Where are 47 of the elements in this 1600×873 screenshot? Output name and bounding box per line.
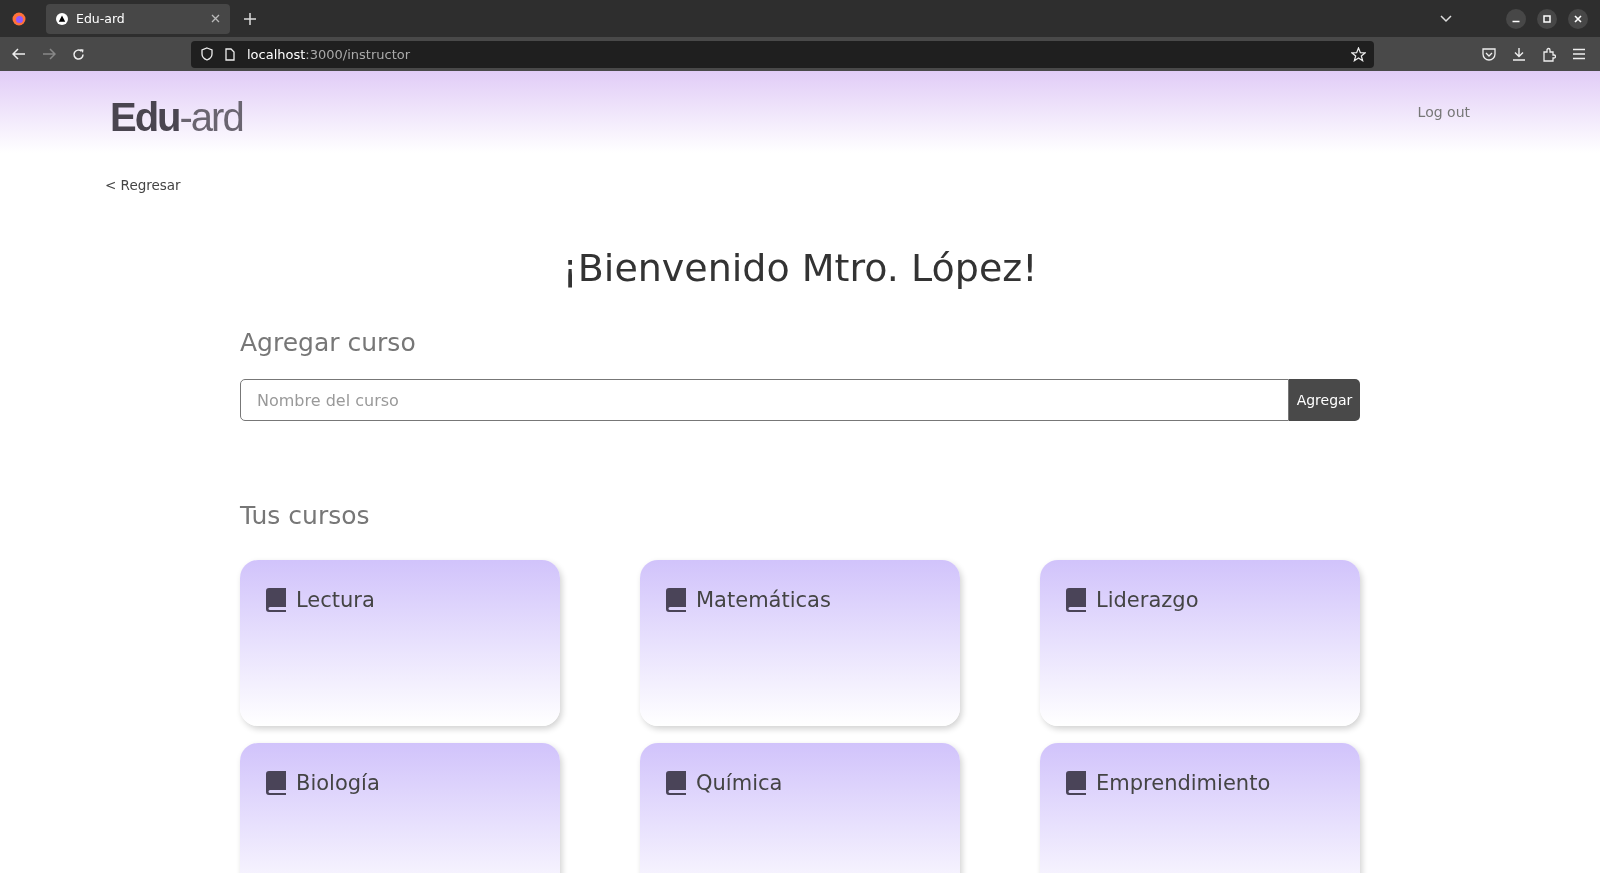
course-card[interactable]: Biología (240, 743, 560, 873)
course-name: Liderazgo (1096, 588, 1199, 612)
course-name-field[interactable]: Nombre del curso (240, 379, 1289, 421)
logout-link[interactable]: Log out (1417, 104, 1470, 120)
browser-tab[interactable]: Edu-ard (46, 3, 230, 34)
star-icon[interactable] (1351, 46, 1366, 62)
page-title: ¡Bienvenido Mtro. López! (561, 246, 1039, 290)
course-card[interactable]: Química (640, 743, 960, 873)
book-icon (266, 588, 286, 612)
pocket-icon[interactable] (1482, 47, 1496, 61)
section-heading: Agregar curso (240, 328, 417, 357)
shield-icon (201, 47, 213, 61)
course-name: Biología (296, 771, 380, 795)
course-card[interactable]: Lectura (240, 560, 560, 726)
extensions-icon[interactable] (1542, 46, 1556, 62)
back-arrow-icon[interactable] (12, 48, 26, 60)
minimize-icon[interactable] (1506, 8, 1526, 29)
tab-title: Edu-ard (76, 11, 126, 26)
book-icon (1066, 771, 1086, 795)
course-name: Química (696, 771, 783, 795)
add-button[interactable]: Agregar (1289, 379, 1360, 421)
download-icon[interactable] (1512, 47, 1526, 61)
course-card[interactable]: Liderazgo (1040, 560, 1360, 726)
page-icon (225, 47, 235, 61)
course-name: Emprendimiento (1096, 771, 1271, 795)
forward-arrow-icon[interactable] (42, 48, 56, 60)
book-icon (666, 588, 686, 612)
book-icon (1066, 588, 1086, 612)
book-icon (666, 771, 686, 795)
maximize-icon[interactable] (1537, 8, 1557, 29)
new-tab-icon[interactable] (244, 12, 256, 25)
course-name: Matemáticas (696, 588, 831, 612)
url-text: localhost:3000/instructor (247, 46, 411, 62)
logo[interactable]: Edu-ard (110, 94, 243, 140)
address-bar[interactable]: localhost:3000/instructor (191, 40, 1374, 68)
reload-icon[interactable] (72, 47, 85, 61)
book-icon (266, 771, 286, 795)
close-icon[interactable] (1568, 8, 1588, 29)
course-card[interactable]: Emprendimiento (1040, 743, 1360, 873)
section-heading: Tus cursos (240, 501, 371, 530)
chevron-down-icon[interactable] (1440, 14, 1452, 23)
menu-icon[interactable] (1572, 48, 1586, 60)
course-card[interactable]: Matemáticas (640, 560, 960, 726)
site-icon (56, 12, 68, 25)
browser-logo-icon[interactable] (12, 11, 26, 26)
course-name: Lectura (296, 588, 375, 612)
back-link[interactable]: < Regresar (105, 177, 181, 193)
